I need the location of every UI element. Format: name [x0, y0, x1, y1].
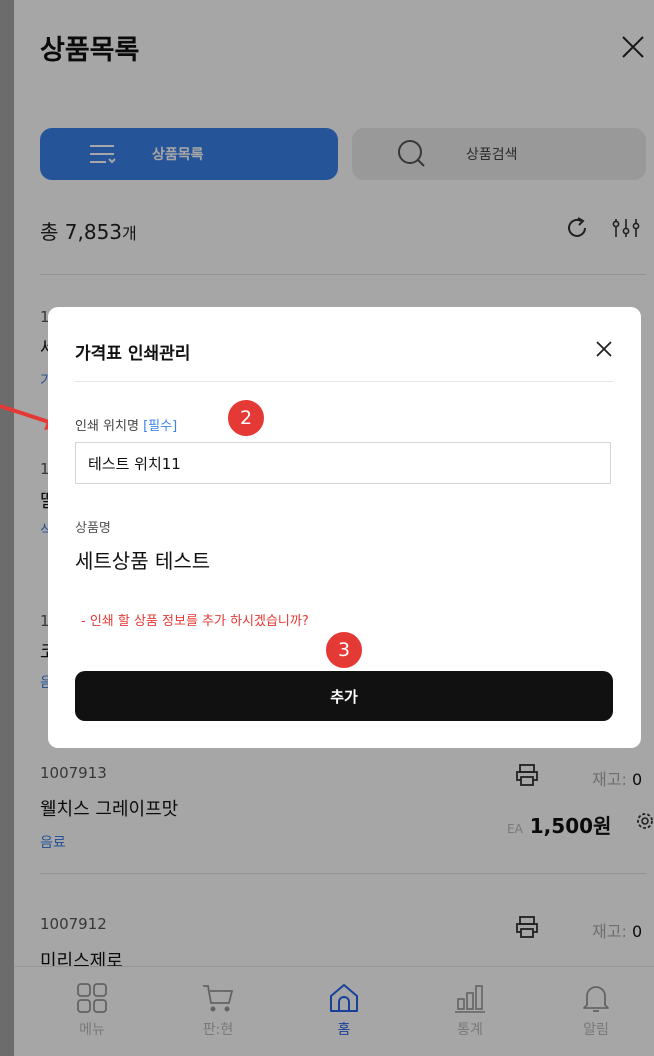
location-input[interactable] — [75, 442, 611, 484]
add-button[interactable]: 추가 — [75, 671, 613, 721]
confirm-message: - 인쇄 할 상품 정보를 추가 하시겠습니까? — [81, 614, 309, 629]
dialog-divider — [75, 381, 613, 382]
location-label-text: 인쇄 위치명 — [75, 419, 139, 434]
location-label: 인쇄 위치명 [필수] — [75, 415, 177, 434]
required-marker: [필수] — [143, 419, 178, 434]
step-badge-3: 3 — [324, 630, 364, 670]
step-badge-2: 2 — [226, 398, 266, 438]
dialog-title: 가격표 인쇄관리 — [75, 344, 191, 364]
product-name: 세트상품 테스트 — [75, 549, 211, 573]
close-icon[interactable] — [594, 339, 614, 359]
product-label: 상품명 — [75, 521, 111, 536]
print-management-dialog: 가격표 인쇄관리 인쇄 위치명 [필수] 상품명 세트상품 테스트 - 인쇄 할… — [48, 307, 641, 748]
